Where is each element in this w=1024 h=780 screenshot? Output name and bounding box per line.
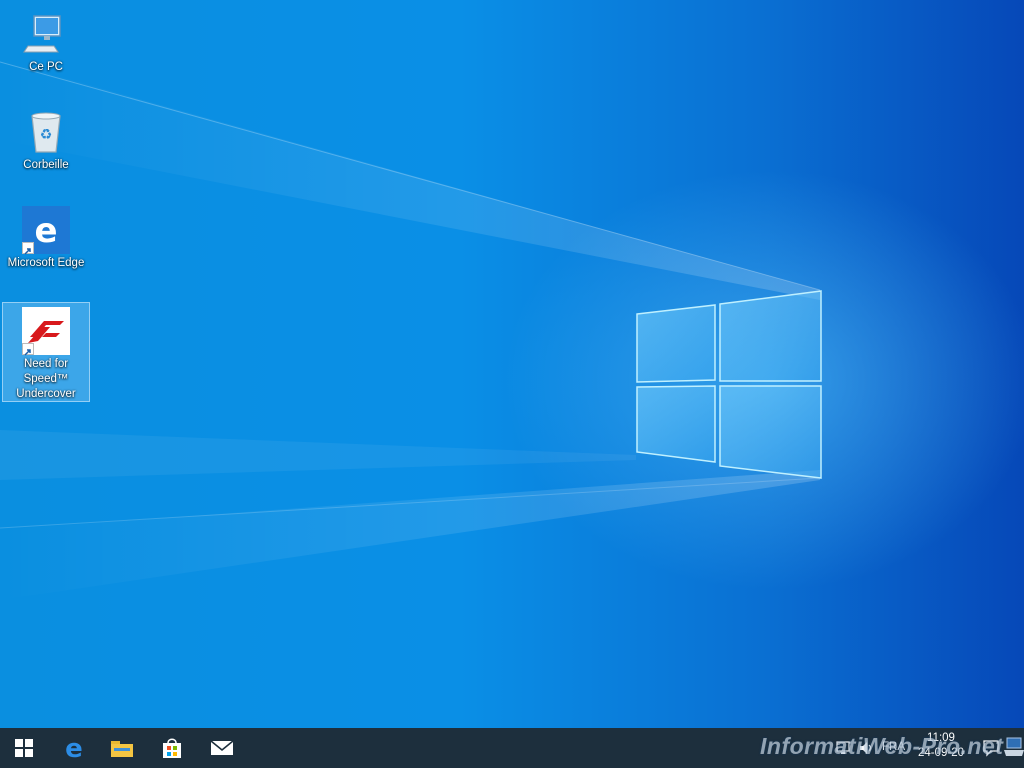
show-desktop-corner[interactable] xyxy=(1004,734,1024,774)
edge-icon: e xyxy=(65,736,83,760)
taskbar-mail-button[interactable] xyxy=(198,728,246,768)
edge-icon: e xyxy=(22,206,70,255)
desktop-wallpaper[interactable]: Ce PC ♻ Corbeille e Microsoft Edge Need … xyxy=(0,0,1024,728)
desktop-icon-label: Corbeille xyxy=(23,159,69,171)
taskbar-file-explorer-button[interactable] xyxy=(98,728,146,768)
svg-text:e: e xyxy=(65,736,83,760)
file-explorer-icon xyxy=(111,741,133,757)
desktop-icon-label: Need for Speed™ Undercover xyxy=(16,358,76,400)
desktop-icon-ce-pc[interactable]: Ce PC xyxy=(2,6,90,75)
laptop-logo-icon xyxy=(1004,737,1024,756)
desktop-icon-label: Microsoft Edge xyxy=(7,257,85,269)
desktop-icon-need-for-speed-undercover[interactable]: Need for Speed™ Undercover xyxy=(2,302,90,402)
desktop-icon-microsoft-edge[interactable]: e Microsoft Edge xyxy=(2,202,90,271)
watermark-text: InformatiWeb-Pro.net xyxy=(760,733,1004,759)
start-button[interactable] xyxy=(0,728,48,768)
svg-text:♻: ♻ xyxy=(40,127,53,143)
taskbar-edge-button[interactable]: e xyxy=(50,728,98,768)
nfs-undercover-icon xyxy=(22,307,70,356)
computer-icon xyxy=(22,10,70,58)
desktop-icon-corbeille[interactable]: ♻ Corbeille xyxy=(2,104,90,173)
start-windows-icon xyxy=(15,739,33,757)
recycle-bin-icon: ♻ xyxy=(22,108,70,156)
desktop-icon-label: Ce PC xyxy=(29,61,63,73)
svg-text:e: e xyxy=(34,211,57,251)
microsoft-store-icon xyxy=(163,738,181,758)
shortcut-arrow-icon xyxy=(22,242,34,255)
mail-icon xyxy=(210,740,234,755)
windows-logo-wallpaper xyxy=(636,290,822,479)
taskbar-microsoft-store-button[interactable] xyxy=(148,728,196,768)
shortcut-arrow-icon xyxy=(22,343,34,356)
